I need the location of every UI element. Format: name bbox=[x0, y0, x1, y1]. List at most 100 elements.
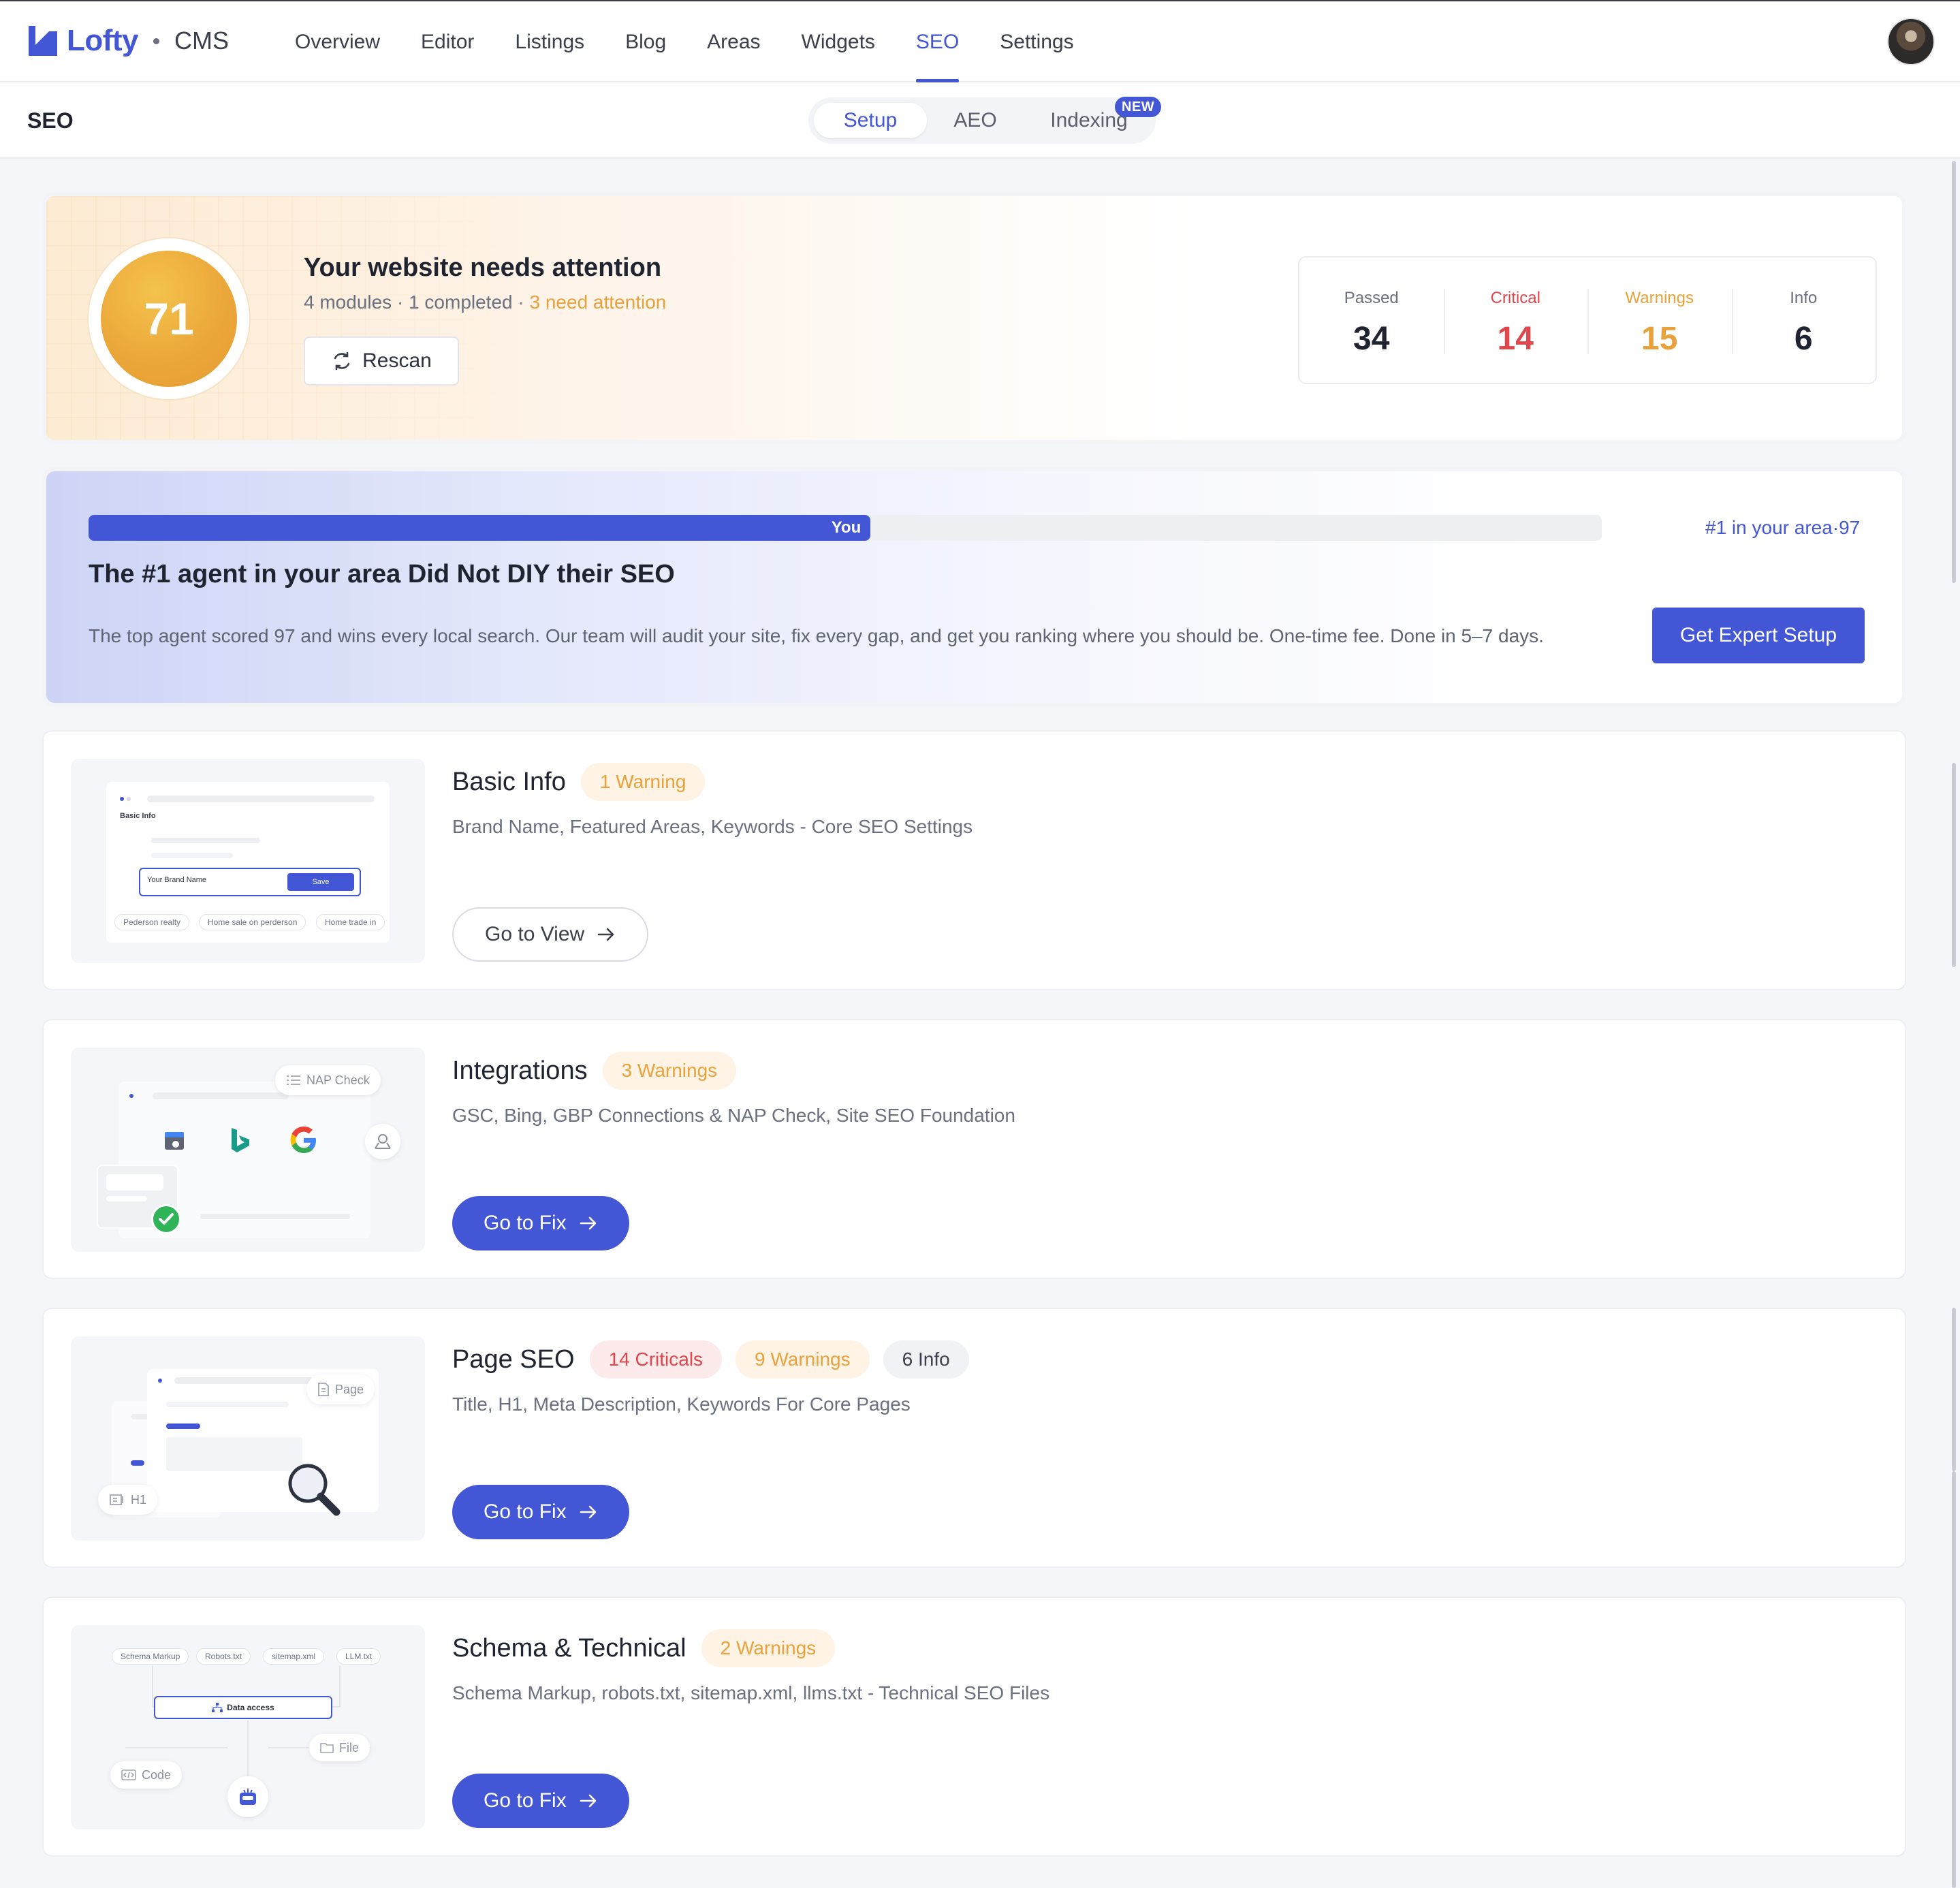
heading-icon bbox=[110, 1494, 123, 1505]
module-header: Schema & Technical 2 Warnings bbox=[452, 1628, 849, 1669]
nap-check-chip: NAP Check bbox=[275, 1065, 381, 1095]
page-seo-illustration: Page H1 bbox=[71, 1336, 425, 1541]
button-label: Go to Fix bbox=[484, 1789, 567, 1812]
magnifier-icon bbox=[283, 1459, 345, 1520]
google-icon bbox=[289, 1125, 319, 1155]
brand-name: Lofty bbox=[67, 24, 139, 57]
network-icon bbox=[365, 1124, 400, 1159]
stat-value: 14 bbox=[1497, 321, 1534, 357]
folder-icon bbox=[320, 1743, 334, 1753]
nap-check-label: NAP Check bbox=[306, 1073, 370, 1087]
expert-promo-card: You #1 in your area·97 The #1 agent in y… bbox=[42, 467, 1906, 707]
thumb-chip: Pederson realty bbox=[114, 914, 190, 930]
data-access-box: Data access bbox=[154, 1696, 332, 1719]
main-nav: Overview Editor Listings Blog Areas Widg… bbox=[295, 1, 1115, 82]
promo-text: The top agent scored 97 and wins every l… bbox=[89, 625, 1544, 646]
thumb-dot bbox=[158, 1379, 162, 1383]
area-progress-fill: You bbox=[89, 515, 871, 541]
stat-critical: Critical 14 bbox=[1443, 257, 1588, 383]
scrollbar-thumb[interactable] bbox=[1952, 161, 1956, 583]
module-description: GSC, Bing, GBP Connections & NAP Check, … bbox=[452, 1105, 1015, 1126]
scrollbar-segment bbox=[1952, 1471, 1956, 1888]
stat-label: Warnings bbox=[1625, 289, 1694, 307]
thumb-dot bbox=[127, 797, 131, 801]
refresh-icon bbox=[334, 351, 350, 371]
file-chip: File bbox=[309, 1734, 370, 1761]
nav-editor[interactable]: Editor bbox=[421, 1, 474, 82]
area-rank-label: #1 in your area·97 bbox=[1705, 517, 1861, 538]
stat-passed: Passed 34 bbox=[1299, 257, 1444, 383]
nav-listings[interactable]: Listings bbox=[515, 1, 584, 82]
code-icon bbox=[121, 1769, 136, 1780]
module-page-seo: Page H1 Page SEO 14 Criticals 9 Warnings… bbox=[42, 1308, 1906, 1568]
arrow-right-icon bbox=[597, 928, 614, 941]
critical-badge: 14 Criticals bbox=[589, 1340, 723, 1379]
module-description: Schema Markup, robots.txt, sitemap.xml, … bbox=[452, 1682, 1050, 1703]
new-badge: NEW bbox=[1115, 97, 1162, 117]
thumb-bar bbox=[106, 1196, 147, 1201]
nav-settings[interactable]: Settings bbox=[1000, 1, 1073, 82]
module-title: Basic Info bbox=[452, 767, 566, 796]
thumb-input: Your Brand Name Save bbox=[139, 868, 361, 896]
thumb-bar bbox=[151, 838, 260, 843]
lofty-logo-icon bbox=[29, 26, 57, 56]
scrollbar-segment bbox=[1952, 763, 1956, 967]
warning-badge: 9 Warnings bbox=[736, 1340, 870, 1379]
nav-areas[interactable]: Areas bbox=[707, 1, 760, 82]
sub-header: SEO Setup AEO Indexing bbox=[0, 82, 1960, 159]
score-subtitle: 4 modules · 1 completed · 3 need attenti… bbox=[304, 292, 666, 313]
page-chip: Page bbox=[306, 1374, 375, 1404]
code-chip: Code bbox=[110, 1761, 183, 1789]
warning-badge: 3 Warnings bbox=[602, 1052, 737, 1090]
stat-warnings: Warnings 15 bbox=[1587, 257, 1732, 383]
arrow-right-icon bbox=[580, 1216, 597, 1230]
go-to-fix-button[interactable]: Go to Fix bbox=[452, 1485, 629, 1539]
data-access-label: Data access bbox=[227, 1703, 274, 1712]
thumb-bar bbox=[166, 1402, 289, 1407]
score-subtitle-text: 4 modules · 1 completed · bbox=[304, 292, 530, 313]
nav-seo[interactable]: SEO bbox=[915, 1, 960, 82]
bing-icon bbox=[226, 1125, 253, 1155]
arrow-right-icon bbox=[580, 1794, 597, 1808]
logo[interactable]: Lofty CMS bbox=[26, 20, 229, 61]
warning-badge: 1 Warning bbox=[580, 763, 706, 801]
info-badge: 6 Info bbox=[883, 1340, 969, 1379]
nav-blog[interactable]: Blog bbox=[625, 1, 666, 82]
tab-setup[interactable]: Setup bbox=[814, 103, 927, 138]
nav-widgets[interactable]: Widgets bbox=[802, 1, 875, 82]
thumb-dot bbox=[120, 797, 124, 801]
stat-label: Critical bbox=[1490, 289, 1540, 307]
llm-chip: LLM.txt bbox=[336, 1648, 381, 1665]
score-card: 71 Your website needs attention 4 module… bbox=[42, 192, 1906, 444]
score-ring: 71 bbox=[89, 238, 249, 399]
go-to-view-button[interactable]: Go to View bbox=[452, 907, 649, 962]
get-expert-setup-button[interactable]: Get Expert Setup bbox=[1652, 608, 1865, 663]
code-chip-label: Code bbox=[142, 1768, 172, 1782]
avatar[interactable] bbox=[1887, 18, 1935, 65]
check-circle-icon bbox=[151, 1204, 181, 1234]
module-title: Schema & Technical bbox=[452, 1633, 686, 1663]
scrollbar-segment bbox=[1952, 1308, 1956, 1471]
robots-chip: Robots.txt bbox=[196, 1648, 251, 1665]
tab-aeo[interactable]: AEO bbox=[931, 103, 1019, 138]
progress-you-label: You bbox=[831, 518, 862, 537]
rescan-button[interactable]: Rescan bbox=[304, 336, 459, 386]
stat-info: Info 6 bbox=[1731, 257, 1876, 383]
module-schema-technical: Schema Markup Robots.txt sitemap.xml LLM… bbox=[42, 1596, 1906, 1857]
thumb-bar bbox=[106, 1174, 163, 1191]
module-integrations: NAP Check Integrations 3 Warnings GSC, B… bbox=[42, 1019, 1906, 1279]
button-label: Go to Fix bbox=[484, 1500, 567, 1523]
area-progress-bar: You bbox=[89, 515, 1602, 541]
stat-value: 34 bbox=[1353, 321, 1390, 357]
product-name: CMS bbox=[174, 27, 230, 54]
thumb-bar bbox=[166, 1423, 200, 1429]
thumb-input-value: Your Brand Name bbox=[147, 876, 207, 884]
promo-title: The #1 agent in your area Did Not DIY th… bbox=[89, 560, 675, 588]
go-to-fix-button[interactable]: Go to Fix bbox=[452, 1774, 629, 1828]
h1-chip: H1 bbox=[98, 1485, 158, 1515]
module-title: Integrations bbox=[452, 1056, 588, 1085]
thumb-dot bbox=[129, 1094, 133, 1098]
nav-overview[interactable]: Overview bbox=[295, 1, 380, 82]
go-to-fix-button[interactable]: Go to Fix bbox=[452, 1196, 629, 1250]
module-description: Title, H1, Meta Description, Keywords Fo… bbox=[452, 1394, 911, 1415]
